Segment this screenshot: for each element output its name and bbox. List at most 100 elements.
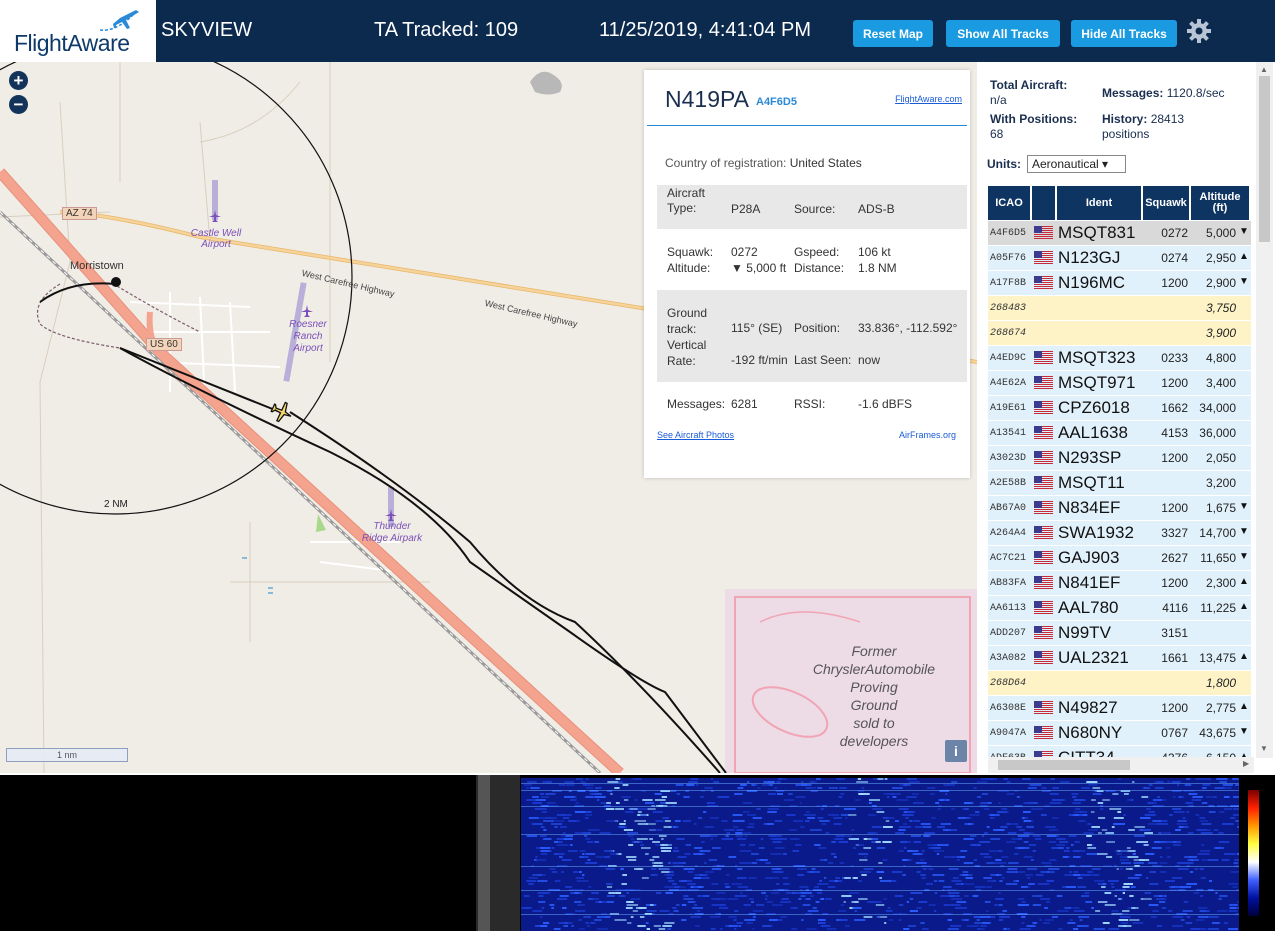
row-squawk: 4116	[1162, 601, 1188, 615]
table-row[interactable]: A17F8B N196MC 1200 2,900 ▼	[988, 271, 1251, 295]
row-altitude: 13,475	[1199, 651, 1236, 665]
row-ident: MSQT971	[1058, 373, 1136, 392]
sidebar-horizontal-scrollbar[interactable]: ▶	[988, 757, 1254, 773]
table-row[interactable]: AB67A0 N834EF 1200 1,675 ▼	[988, 496, 1251, 520]
ground-track-label: Ground track:	[667, 306, 708, 336]
flightaware-link[interactable]: FlightAware.com	[895, 94, 962, 104]
row-ident: GAJ903	[1058, 548, 1120, 567]
row-ident: CPZ6018	[1058, 398, 1130, 417]
row-icao: AB83FA	[990, 578, 1027, 589]
road-shield-az74: AZ 74	[62, 207, 97, 220]
row-ident: N99TV	[1058, 623, 1111, 642]
row-squawk: 1200	[1161, 276, 1188, 290]
us-flag-icon	[1034, 401, 1053, 414]
messages-label: Messages:	[667, 397, 726, 411]
scroll-thumb[interactable]	[1259, 76, 1270, 242]
scroll-right-icon[interactable]: ▶	[1243, 759, 1249, 768]
table-row[interactable]: A3A082 UAL2321 1661 13,475 ▲	[988, 646, 1251, 670]
us-flag-icon	[1034, 276, 1053, 289]
row-squawk: 1661	[1161, 651, 1188, 665]
aircraft-detail-panel: N419PA A4F6D5 FlightAware.com Country of…	[644, 70, 970, 478]
table-row[interactable]: A2E58B MSQT11 3,200	[988, 471, 1251, 495]
proving-ground-label: Former ChryslerAutomobile Proving Ground sol…	[812, 643, 936, 749]
aircraft-icon[interactable]	[270, 400, 294, 424]
table-row[interactable]: A4E62A MSQT971 1200 3,400	[988, 371, 1251, 395]
us-flag-icon	[1034, 576, 1053, 589]
gspeed-label: Gspeed:	[794, 245, 840, 259]
table-row[interactable]: AC7C21 GAJ903 2627 11,650 ▼	[988, 546, 1251, 570]
row-altitude: 11,225	[1200, 601, 1236, 615]
row-squawk: 0233	[1161, 351, 1188, 365]
scale-bar: 1 nm	[6, 748, 128, 762]
show-all-tracks-button[interactable]: Show All Tracks	[946, 20, 1060, 47]
table-row[interactable]: 268674 3,900	[988, 321, 1251, 345]
distance-value: 1.8 NM	[858, 261, 897, 275]
with-positions: With Positions: 68	[990, 112, 1078, 141]
table-row[interactable]: A264A4 SWA1932 3327 14,700 ▼	[988, 521, 1251, 545]
gear-icon[interactable]	[1186, 18, 1212, 44]
table-row[interactable]: A4F6D5 MSQT831 0272 5,000 ▼	[988, 221, 1251, 245]
table-row[interactable]: AB83FA N841EF 1200 2,300 ▲	[988, 571, 1251, 595]
sidebar-vertical-scrollbar[interactable]: ▲ ▼	[1256, 62, 1273, 758]
us-flag-icon	[1034, 351, 1053, 364]
flightaware-logo[interactable]: FlightAware	[0, 0, 156, 62]
table-row[interactable]: A05F76 N123GJ 0274 2,950 ▲	[988, 246, 1251, 270]
airframes-link[interactable]: AirFrames.org	[899, 430, 956, 440]
row-ident: AAL780	[1058, 598, 1119, 617]
spectrum-waterfall	[521, 778, 1239, 931]
row-icao: A4ED9C	[990, 353, 1027, 364]
row-squawk: 3151	[1161, 626, 1188, 640]
table-row[interactable]: A3023D N293SP 1200 2,050	[988, 446, 1251, 470]
row-icao: A2E58B	[990, 478, 1027, 489]
table-row[interactable]: 268D64 1,800	[988, 671, 1251, 695]
last-seen-value: now	[858, 353, 881, 367]
col-flag[interactable]	[1032, 186, 1055, 220]
zoom-in-button[interactable]: +	[9, 71, 28, 90]
row-altitude: 1,675	[1205, 501, 1236, 515]
table-row[interactable]: ADD207 N99TV 3151	[988, 621, 1251, 645]
us-flag-icon	[1034, 651, 1053, 664]
hide-all-tracks-button[interactable]: Hide All Tracks	[1071, 20, 1177, 47]
col-altitude[interactable]: Altitude (ft)	[1191, 186, 1249, 220]
zoom-out-button[interactable]: −	[9, 95, 28, 114]
col-icao[interactable]: ICAO	[988, 186, 1030, 220]
row-altitude: 3,750	[1205, 301, 1236, 315]
row-icao: A05F76	[990, 253, 1027, 264]
us-flag-icon	[1034, 226, 1053, 239]
table-row[interactable]: A4ED9C MSQT323 0233 4,800	[988, 346, 1251, 370]
messages-rate: Messages: 1120.8/sec	[1102, 86, 1225, 100]
row-altitude: 14,700	[1199, 526, 1236, 540]
row-squawk: 0274	[1161, 251, 1188, 265]
table-row[interactable]: A6308E N49827 1200 2,775 ▲	[988, 696, 1251, 720]
us-flag-icon	[1034, 451, 1053, 464]
row-icao: A4F6D5	[990, 228, 1027, 239]
row-ident: AAL1638	[1058, 423, 1128, 442]
table-row[interactable]: AA6113 AAL780 4116 11,225 ▲	[988, 596, 1251, 620]
reset-map-button[interactable]: Reset Map	[853, 20, 933, 47]
row-squawk: 1200	[1161, 501, 1188, 515]
table-row[interactable]: 268483 3,750	[988, 296, 1251, 320]
distance-label: Distance:	[794, 261, 845, 275]
panel-divider-handle[interactable]	[478, 775, 490, 931]
row-altitude: 2,300	[1205, 576, 1236, 590]
row-altitude: 3,900	[1205, 326, 1236, 340]
col-squawk[interactable]: Squawk	[1143, 186, 1189, 220]
scroll-thumb[interactable]	[998, 760, 1130, 770]
row-squawk: 1662	[1161, 401, 1188, 415]
airport-icon	[301, 305, 313, 317]
row-altitude: 11,650	[1200, 551, 1236, 565]
units-select[interactable]: Aeronautical ▾	[1027, 155, 1126, 173]
map-info-button[interactable]: i	[945, 740, 967, 762]
position-value: 33.836°, -112.592°	[858, 321, 958, 335]
scroll-up-icon[interactable]: ▲	[1260, 65, 1268, 74]
detail-ident: N419PA	[665, 86, 749, 112]
aircraft-photos-link[interactable]: See Aircraft Photos	[657, 430, 734, 440]
table-row[interactable]: A19E61 CPZ6018 1662 34,000	[988, 396, 1251, 420]
table-row[interactable]: A13541 AAL1638 4153 36,000	[988, 421, 1251, 445]
row-icao: A13541	[990, 428, 1027, 439]
scroll-down-icon[interactable]: ▼	[1260, 744, 1268, 753]
row-ident: N834EF	[1058, 498, 1121, 517]
col-ident[interactable]: Ident	[1057, 186, 1141, 220]
ground-track-value: 115° (SE)	[731, 321, 783, 335]
table-row[interactable]: A9047A N680NY 0767 43,675 ▼	[988, 721, 1251, 745]
